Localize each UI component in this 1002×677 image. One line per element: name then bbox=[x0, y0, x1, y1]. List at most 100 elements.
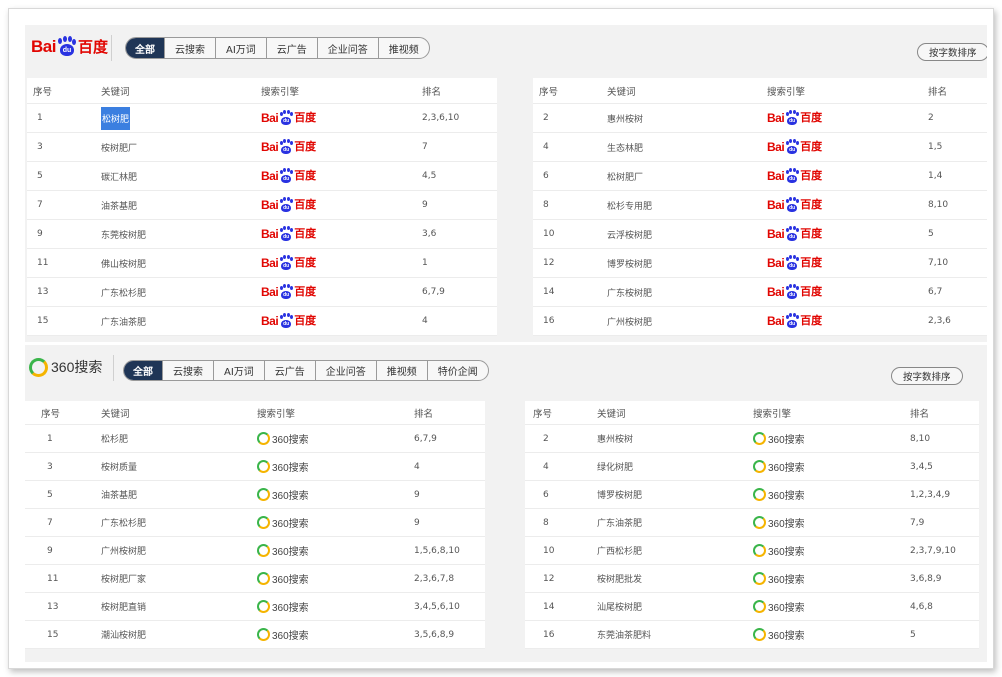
row-keyword[interactable]: 桉树质量 bbox=[101, 453, 137, 480]
baidu-paw-icon: du bbox=[279, 168, 294, 183]
row-engine: Bai du 百度 bbox=[261, 220, 316, 248]
col-header-rank: 排名 bbox=[928, 86, 948, 98]
row-keyword[interactable]: 广东油茶肥 bbox=[597, 509, 642, 536]
row-keyword[interactable]: 桉树肥厂 bbox=[101, 133, 137, 161]
row-index: 1 bbox=[37, 113, 43, 123]
row-rank: 1,2,3,4,9 bbox=[910, 489, 951, 500]
row-index: 10 bbox=[543, 545, 555, 556]
s360-ring-icon bbox=[257, 460, 270, 473]
keyword-text: 广州桉树肥 bbox=[607, 317, 653, 328]
row-rank: 8,10 bbox=[910, 433, 931, 444]
s360-ring-icon bbox=[29, 357, 48, 377]
row-keyword[interactable]: 惠州桉树 bbox=[607, 104, 643, 132]
tab-cloud-search[interactable]: 云搜索 bbox=[164, 38, 215, 58]
row-keyword[interactable]: 松树肥厂 bbox=[607, 162, 643, 190]
header-divider bbox=[113, 355, 114, 381]
row-index: 15 bbox=[47, 629, 59, 640]
table-row: 13 桉树肥直销 360搜索 3,4,5,6,10 bbox=[25, 593, 485, 621]
tab-all[interactable]: 全部 bbox=[126, 38, 164, 58]
baidu-logo-icon: Bai du 百度 bbox=[767, 255, 823, 270]
row-keyword[interactable]: 绿化树肥 bbox=[597, 453, 633, 480]
tab-special-news[interactable]: 特价企闻 bbox=[426, 361, 488, 380]
row-keyword[interactable]: 桉树肥厂家 bbox=[101, 565, 146, 592]
row-keyword[interactable]: 惠州桉树 bbox=[597, 425, 633, 452]
keyword-text: 广东松杉肥 bbox=[101, 519, 147, 529]
keyword-text: 松树肥 bbox=[101, 106, 131, 130]
tab-cloud-ads[interactable]: 云广告 bbox=[265, 38, 317, 58]
tab-ai-keywords[interactable]: AI万词 bbox=[213, 361, 264, 380]
tab-enterprise-qa[interactable]: 企业问答 bbox=[314, 361, 376, 380]
baidu-paw-icon: du bbox=[279, 110, 294, 125]
row-rank: 6,7 bbox=[928, 287, 943, 297]
row-engine: 360搜索 bbox=[257, 593, 309, 620]
tab-push-video[interactable]: 推视频 bbox=[377, 38, 429, 58]
row-keyword[interactable]: 广东油茶肥 bbox=[101, 307, 146, 335]
row-index: 7 bbox=[47, 517, 53, 528]
keyword-text: 松杉专用肥 bbox=[607, 201, 653, 212]
keyword-text: 博罗桉树肥 bbox=[597, 491, 643, 501]
tab-cloud-ads[interactable]: 云广告 bbox=[263, 361, 315, 380]
table-header-row: 序号 关键词 搜索引擎 排名 bbox=[27, 78, 497, 104]
row-keyword[interactable]: 佛山桉树肥 bbox=[101, 249, 146, 277]
row-keyword[interactable]: 碳汇林肥 bbox=[101, 162, 137, 190]
col-header-engine: 搜索引擎 bbox=[257, 408, 296, 420]
row-keyword[interactable]: 油茶基肥 bbox=[101, 191, 137, 219]
col-header-engine: 搜索引擎 bbox=[767, 86, 806, 98]
baidu-logo-icon: Bai du 百度 bbox=[261, 255, 317, 270]
table-row: 2 惠州桉树 360搜索 8,10 bbox=[525, 425, 979, 453]
baidu-paw-icon: du bbox=[785, 110, 800, 125]
keyword-text: 生态林肥 bbox=[607, 143, 644, 154]
baidu-logo-icon: Bai du 百度 bbox=[261, 139, 317, 154]
s360-logo-icon: 360搜索 bbox=[257, 627, 309, 642]
table-row: 8 松杉专用肥 Bai du 百度 8,10 bbox=[533, 191, 987, 220]
tab-cloud-search[interactable]: 云搜索 bbox=[162, 361, 213, 380]
row-keyword[interactable]: 广东桉树肥 bbox=[607, 278, 652, 306]
row-keyword[interactable]: 生态林肥 bbox=[607, 133, 643, 161]
row-index: 8 bbox=[543, 517, 549, 528]
row-keyword[interactable]: 东莞油茶肥料 bbox=[597, 621, 651, 648]
row-engine: Bai du 百度 bbox=[767, 191, 822, 219]
baidu-logo-icon: Bai du 百度 bbox=[261, 284, 317, 299]
tab-push-video[interactable]: 推视频 bbox=[375, 361, 427, 380]
row-keyword[interactable]: 博罗桉树肥 bbox=[607, 249, 652, 277]
sort-by-length-button[interactable]: 按字数排序 bbox=[891, 367, 963, 385]
row-rank: 6,7,9 bbox=[422, 287, 445, 297]
row-keyword[interactable]: 广州桉树肥 bbox=[101, 537, 146, 564]
keyword-text: 桉树肥批发 bbox=[597, 575, 643, 585]
row-keyword[interactable]: 博罗桉树肥 bbox=[597, 481, 642, 508]
row-keyword[interactable]: 广西松杉肥 bbox=[597, 537, 642, 564]
tab-enterprise-qa[interactable]: 企业问答 bbox=[316, 38, 378, 58]
row-keyword[interactable]: 广州桉树肥 bbox=[607, 307, 652, 335]
row-keyword[interactable]: 潮汕桉树肥 bbox=[101, 621, 146, 648]
row-keyword[interactable]: 东莞桉树肥 bbox=[101, 220, 146, 248]
baidu-paw-icon: du bbox=[785, 255, 800, 270]
row-keyword[interactable]: 松树肥 bbox=[101, 104, 131, 132]
row-keyword[interactable]: 云浮桉树肥 bbox=[607, 220, 652, 248]
baidu-logo-icon: Bai du 百度 bbox=[767, 197, 823, 212]
sort-by-length-button[interactable]: 按字数排序 bbox=[917, 43, 987, 61]
tab-all[interactable]: 全部 bbox=[124, 361, 162, 380]
baidu-logo-icon: Bai du 百度 bbox=[767, 139, 823, 154]
row-index: 16 bbox=[543, 316, 555, 326]
row-keyword[interactable]: 油茶基肥 bbox=[101, 481, 137, 508]
row-keyword[interactable]: 松杉专用肥 bbox=[607, 191, 652, 219]
row-keyword[interactable]: 桉树肥批发 bbox=[597, 565, 642, 592]
row-rank: 7 bbox=[422, 142, 428, 152]
row-keyword[interactable]: 桉树肥直销 bbox=[101, 593, 146, 620]
row-engine: 360搜索 bbox=[753, 481, 805, 508]
row-keyword[interactable]: 广东松杉肥 bbox=[101, 278, 146, 306]
table-row: 5 碳汇林肥 Bai du 百度 4,5 bbox=[27, 162, 497, 191]
row-keyword[interactable]: 广东松杉肥 bbox=[101, 509, 146, 536]
row-engine: 360搜索 bbox=[257, 453, 309, 480]
row-keyword[interactable]: 汕尾桉树肥 bbox=[597, 593, 642, 620]
screenshot-frame: Bai du 百度 全部 云搜索 AI万词 云广告 企业问答 推视频 按字数排序 bbox=[8, 8, 994, 669]
row-rank: 4 bbox=[422, 316, 428, 326]
row-index: 6 bbox=[543, 171, 549, 181]
row-engine: 360搜索 bbox=[753, 537, 805, 564]
row-engine: Bai du 百度 bbox=[767, 220, 822, 248]
tab-ai-keywords[interactable]: AI万词 bbox=[215, 38, 266, 58]
row-engine: 360搜索 bbox=[753, 621, 805, 648]
row-index: 10 bbox=[543, 229, 555, 239]
row-keyword[interactable]: 松杉肥 bbox=[101, 425, 128, 452]
s360-ring-icon bbox=[257, 544, 270, 557]
